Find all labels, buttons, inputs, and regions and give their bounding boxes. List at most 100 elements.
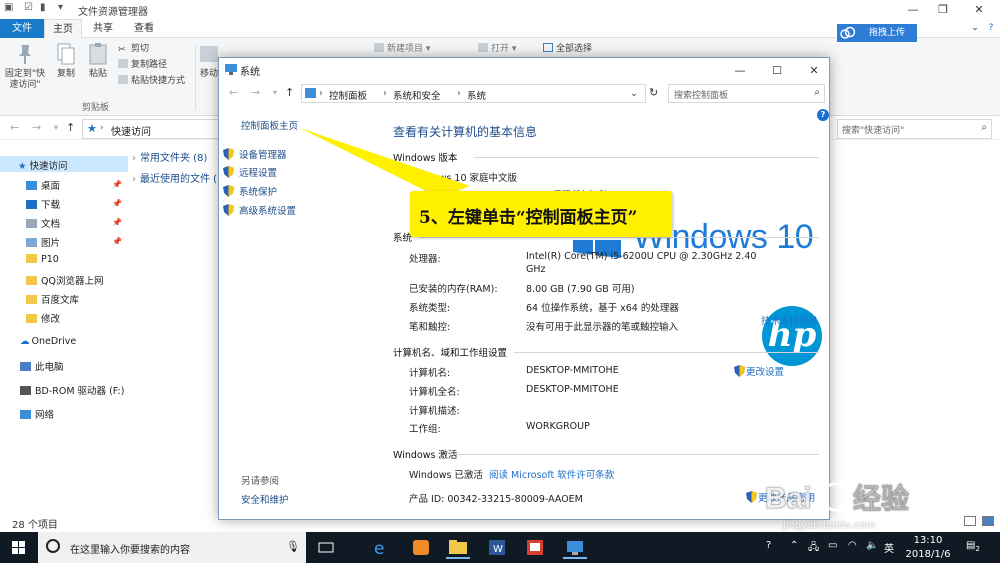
qq-browser-icon[interactable] bbox=[409, 536, 433, 559]
system-address-row: ← → ▾ ↑ › 控制面板 › 系统和安全 › 系统 ⌄ ↻ 搜索控制面板 ⌕ bbox=[219, 82, 829, 106]
maximize-button[interactable]: ☐ bbox=[762, 61, 792, 80]
start-windows-icon[interactable] bbox=[0, 532, 38, 563]
folder-icon[interactable]: ▣ bbox=[4, 2, 13, 13]
word-icon[interactable]: W bbox=[485, 536, 509, 559]
remote-settings-link[interactable]: 远程设置 bbox=[223, 165, 277, 179]
nav-onedrive-label: OneDrive bbox=[31, 336, 77, 347]
cloud-upload-icon bbox=[840, 26, 856, 39]
copy-path-button[interactable]: 复制路径 bbox=[118, 59, 167, 71]
properties-icon[interactable]: ☑ bbox=[24, 2, 33, 13]
help-icon[interactable]: ? bbox=[976, 19, 1000, 38]
tab-view[interactable]: 查看 bbox=[124, 19, 164, 38]
breadcrumb-system[interactable]: 系统 bbox=[467, 88, 486, 102]
device-manager-link[interactable]: 设备管理器 bbox=[223, 147, 287, 161]
back-arrow-icon[interactable]: ← bbox=[229, 86, 238, 99]
recent-dropdown-icon[interactable]: ▾ bbox=[273, 88, 277, 97]
nav-item-pictures[interactable]: 图片 bbox=[26, 235, 60, 249]
minimize-button[interactable]: — bbox=[725, 61, 755, 80]
ime-indicator[interactable]: 英 bbox=[884, 540, 894, 555]
nav-network[interactable]: 网络 bbox=[20, 407, 54, 421]
edge-browser-icon[interactable]: e bbox=[368, 536, 392, 559]
forward-arrow-icon[interactable]: → bbox=[32, 121, 41, 134]
recent-dropdown-icon[interactable]: ▾ bbox=[54, 123, 58, 132]
drag-upload-button[interactable]: 拖拽上传 bbox=[837, 24, 917, 42]
change-settings-link[interactable]: 更改设置 bbox=[734, 364, 784, 378]
advanced-system-settings-link[interactable]: 高级系统设置 bbox=[223, 203, 296, 217]
close-button[interactable]: ✕ bbox=[799, 61, 829, 80]
paste-icon bbox=[89, 43, 107, 65]
tab-share[interactable]: 共享 bbox=[84, 19, 122, 38]
support-info-link[interactable]: 技术支持信息 bbox=[761, 313, 818, 327]
system-window-taskbar-icon[interactable] bbox=[563, 536, 587, 559]
nav-item-qq-browser[interactable]: QQ浏览器上网 bbox=[26, 273, 103, 287]
help-icon[interactable]: ? bbox=[817, 109, 829, 121]
breadcrumb-control-panel[interactable]: 控制面板 bbox=[329, 88, 367, 102]
nav-item-desktop[interactable]: 桌面 bbox=[26, 178, 60, 192]
paste-button[interactable]: 粘贴 bbox=[84, 42, 112, 80]
nav-quick-access[interactable]: ★ 快速访问 bbox=[0, 156, 128, 172]
maximize-button[interactable]: ❐ bbox=[928, 0, 958, 19]
cortana-icon bbox=[46, 539, 60, 553]
search-placeholder: 搜索"快速访问" bbox=[842, 126, 905, 136]
chevron-down-icon[interactable]: ⌄ bbox=[630, 88, 638, 99]
refresh-icon[interactable]: ↻ bbox=[649, 86, 658, 99]
wifi-icon[interactable]: ◠ bbox=[848, 540, 857, 551]
forward-arrow-icon[interactable]: → bbox=[251, 86, 260, 99]
paste-shortcut-button[interactable]: 粘贴快捷方式 bbox=[118, 75, 185, 87]
new-folder-icon[interactable]: ▮ bbox=[40, 2, 46, 13]
nav-item-downloads[interactable]: 下载 bbox=[26, 197, 60, 211]
pin-quick-access-button[interactable]: 固定到"快 速访问" bbox=[4, 42, 46, 91]
action-center-icon[interactable]: ▤2 bbox=[966, 540, 980, 553]
computer-name-label: 计算机名: bbox=[409, 368, 451, 379]
help-tray-icon[interactable]: ? bbox=[766, 540, 771, 551]
nav-item-label: P10 bbox=[41, 254, 59, 265]
file-explorer-taskbar-icon[interactable] bbox=[446, 536, 470, 559]
volume-icon[interactable]: 🔈 bbox=[866, 540, 878, 551]
tab-home[interactable]: 主页 bbox=[44, 19, 82, 38]
nav-item-baidu-wenku[interactable]: 百度文库 bbox=[26, 292, 79, 306]
system-protection-link[interactable]: 系统保护 bbox=[223, 184, 277, 198]
control-panel-home-link[interactable]: 控制面板主页 bbox=[241, 118, 298, 132]
up-arrow-icon[interactable]: ↑ bbox=[285, 86, 294, 99]
close-button[interactable]: ✕ bbox=[964, 0, 994, 19]
move-icon bbox=[200, 46, 218, 62]
task-view-icon[interactable] bbox=[314, 536, 338, 559]
back-arrow-icon[interactable]: ← bbox=[10, 121, 19, 134]
open-button[interactable]: 打开 ▾ bbox=[478, 43, 516, 55]
up-arrow-icon[interactable]: ↑ bbox=[66, 121, 75, 134]
security-maintenance-link[interactable]: 安全和维护 bbox=[241, 492, 289, 506]
control-panel-search-input[interactable]: 搜索控制面板 ⌕ bbox=[668, 84, 825, 103]
battery-icon[interactable]: ▭ bbox=[828, 540, 837, 551]
new-item-button[interactable]: 新建项目 ▾ bbox=[374, 43, 430, 55]
chevron-up-icon[interactable]: ⌃ bbox=[790, 540, 798, 551]
nav-item-documents[interactable]: 文档 bbox=[26, 216, 60, 230]
taskbar: 在这里输入你要搜索的内容 🎙 e W ? ⌃ 🖧 ▭ ◠ 🔈 英 13:10 2… bbox=[0, 532, 1000, 563]
group-frequent-folders[interactable]: › 常用文件夹 (8) bbox=[132, 149, 207, 164]
search-placeholder: 搜索控制面板 bbox=[674, 91, 729, 101]
system-address-bar[interactable]: › 控制面板 › 系统和安全 › 系统 ⌄ bbox=[301, 84, 646, 103]
license-terms-link[interactable]: 阅读 Microsoft 软件许可条款 bbox=[489, 467, 614, 481]
tab-file[interactable]: 文件 bbox=[0, 19, 44, 38]
network-tray-icon[interactable]: 🖧 bbox=[808, 540, 819, 557]
move-to-button[interactable]: 移动 bbox=[198, 42, 220, 80]
details-view-icon[interactable] bbox=[964, 516, 976, 526]
nav-item-p10[interactable]: P10 bbox=[26, 254, 59, 265]
group-label: 常用文件夹 (8) bbox=[140, 153, 208, 164]
group-recent-files[interactable]: › 最近使用的文件 (2 bbox=[132, 170, 223, 185]
taskbar-search-input[interactable]: 在这里输入你要搜索的内容 🎙 bbox=[38, 532, 306, 563]
copy-button[interactable]: 复制 bbox=[52, 42, 80, 80]
nav-bd-rom[interactable]: BD-ROM 驱动器 (F:) bbox=[20, 383, 124, 397]
quick-access-dropdown-icon[interactable]: ▾ bbox=[58, 2, 63, 13]
minimize-button[interactable]: — bbox=[898, 0, 928, 19]
nav-onedrive[interactable]: ☁ OneDrive bbox=[20, 336, 76, 347]
explorer-search-input[interactable]: 搜索"快速访问" ⌕ bbox=[837, 119, 992, 139]
breadcrumb-system-security[interactable]: 系统和安全 bbox=[393, 88, 441, 102]
system-clock[interactable]: 13:10 2018/1/6 bbox=[900, 534, 956, 562]
change-settings-label: 更改设置 bbox=[746, 367, 785, 378]
cut-button[interactable]: ✂ 剪切 bbox=[118, 43, 149, 55]
presentation-app-icon[interactable] bbox=[523, 536, 547, 559]
nav-this-pc[interactable]: 此电脑 bbox=[20, 359, 64, 373]
large-icons-view-icon[interactable] bbox=[982, 516, 994, 526]
nav-item-modify[interactable]: 修改 bbox=[26, 311, 60, 325]
select-all-button[interactable]: 全部选择 bbox=[543, 43, 592, 55]
